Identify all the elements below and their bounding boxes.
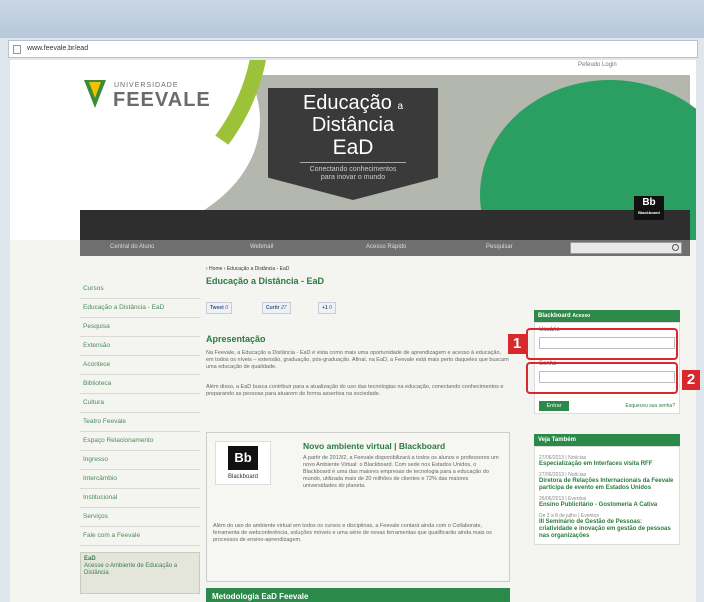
banner-divider [300, 162, 406, 163]
banner-tagline: Conectando conhecimentos para inovar o m… [309, 166, 397, 181]
news-title[interactable]: Diretora de Relações Internacionais da F… [539, 478, 675, 492]
blackboard-news-box: Bb Blackboard Novo ambiente virtual | Bl… [206, 432, 510, 582]
section-title: Apresentação [206, 334, 266, 344]
top-menu: Central do Aluno Webmail Acesso Rápido P… [80, 240, 690, 256]
sidebar-item[interactable]: Serviços [80, 508, 200, 527]
browser-window: www.feevale.br/ead Pefeudo Login UNIVERS… [0, 0, 704, 602]
page-icon [13, 45, 21, 54]
sidebar-item[interactable]: Biblioteca [80, 375, 200, 394]
news-title[interactable]: Especialização em Interfaces visita RFF [539, 461, 675, 468]
banner-line1: Educação a [302, 92, 404, 114]
sidebar-item[interactable]: Intercâmbio [80, 470, 200, 489]
sidebar: Cursos Educação a Distância - EaD Pesqui… [80, 280, 200, 594]
like-button[interactable]: Curtir 27 [262, 302, 291, 314]
banner-line2: Distância [311, 114, 395, 136]
login-header: Blackboard Acesso [534, 310, 680, 322]
logo-university: UNIVERSIDADE [114, 82, 179, 89]
sidebar-item[interactable]: Institucional [80, 489, 200, 508]
sidebar-item[interactable]: Pesquisa [80, 318, 200, 337]
news-title[interactable]: Ensino Publicitário - Gostomeria A Cativ… [539, 502, 675, 509]
forgot-password-link[interactable]: Esqueceu sua senha? [626, 403, 675, 409]
sidebar-item[interactable]: Cursos [80, 280, 200, 299]
menu-item-webmail[interactable]: Webmail [250, 244, 273, 250]
news-title[interactable]: III Seminário de Gestão de Pessoas: cria… [539, 519, 675, 540]
sidebar-item[interactable]: Fale com a Feevale [80, 527, 200, 546]
veja-tambem: Veja Também 27/06/2013 | Notícias Especi… [534, 434, 680, 545]
address-bar[interactable]: www.feevale.br/ead [8, 40, 698, 58]
top-link[interactable]: Pefeudo Login [578, 62, 617, 68]
sidebar-item[interactable]: Acontece [80, 356, 200, 375]
sidebar-item[interactable]: Teatro Feevale [80, 413, 200, 432]
methodology-header[interactable]: Metodologia EaD Feevale [206, 588, 510, 602]
blackboard-box-text2: Além do uso do ambiente virtual em todos… [213, 523, 492, 543]
logo-name: FEEVALE [113, 89, 211, 111]
sidebar-item[interactable]: Cultura [80, 394, 200, 413]
menu-item-pesquisar: Pesquisar [486, 244, 513, 250]
news-list: 27/06/2013 | Notícias Especialização em … [534, 446, 680, 545]
ead-access-box[interactable]: EaD Acesse o Ambiente de Educação a Dist… [80, 552, 200, 594]
search-icon[interactable] [672, 244, 679, 251]
site-header: Pefeudo Login UNIVERSIDADE FEEVALE Educa… [10, 60, 696, 240]
menu-item-acesso[interactable]: Acesso Rápido [366, 244, 406, 250]
callout-1: 1 [508, 334, 526, 354]
social-buttons: Tweet 0 Curtir 27 +1 0 [206, 302, 386, 316]
ead-box-text: Acesse o Ambiente de Educação a Distânci… [84, 563, 178, 576]
blackboard-box-title[interactable]: Novo ambiente virtual | Blackboard [303, 441, 445, 451]
ead-banner: Educação a Distância EaD Conectando conh… [268, 88, 438, 200]
right-column: Blackboard Acesso Usuário Senha Entrar E… [534, 310, 680, 545]
plusone-button[interactable]: +1 0 [318, 302, 336, 314]
blackboard-box-text: A partir de 2013/2, a Feevale disponibil… [303, 455, 499, 489]
login-submit-button[interactable]: Entrar [539, 401, 569, 411]
veja-header: Veja Também [534, 434, 680, 446]
menu-item-central[interactable]: Central do Aluno [110, 244, 154, 250]
blackboard-logo[interactable]: Bb Blackboard [634, 196, 664, 220]
intro-paragraph: Na Feevale, a Educação a Distância - EaD… [206, 350, 509, 370]
search-input[interactable] [570, 242, 682, 254]
ead-box-title: EaD [84, 556, 96, 562]
sidebar-item[interactable]: Extensão [80, 337, 200, 356]
sidebar-item[interactable]: Espaço Relacionamento [80, 432, 200, 451]
url-text: www.feevale.br/ead [27, 45, 89, 52]
password-highlight [526, 362, 678, 394]
main-content: › Home › Educação a Distância - EaD Educ… [206, 266, 522, 602]
header-dark-band [80, 210, 690, 240]
tweet-button[interactable]: Tweet 0 [206, 302, 232, 314]
username-highlight [526, 328, 678, 360]
blackboard-box-logo: Bb Blackboard [215, 441, 271, 485]
page-title: Educação a Distância - EaD [206, 276, 325, 286]
sidebar-item[interactable]: Educação a Distância - EaD [80, 299, 200, 318]
second-paragraph: Além disso, a EaD busca contribuir para … [206, 384, 504, 397]
banner-line3: EaD [332, 136, 374, 159]
window-titlebar [0, 0, 704, 38]
sidebar-item[interactable]: Ingresso [80, 451, 200, 470]
breadcrumb[interactable]: › Home › Educação a Distância - EaD [206, 266, 522, 272]
callout-2: 2 [682, 370, 700, 390]
